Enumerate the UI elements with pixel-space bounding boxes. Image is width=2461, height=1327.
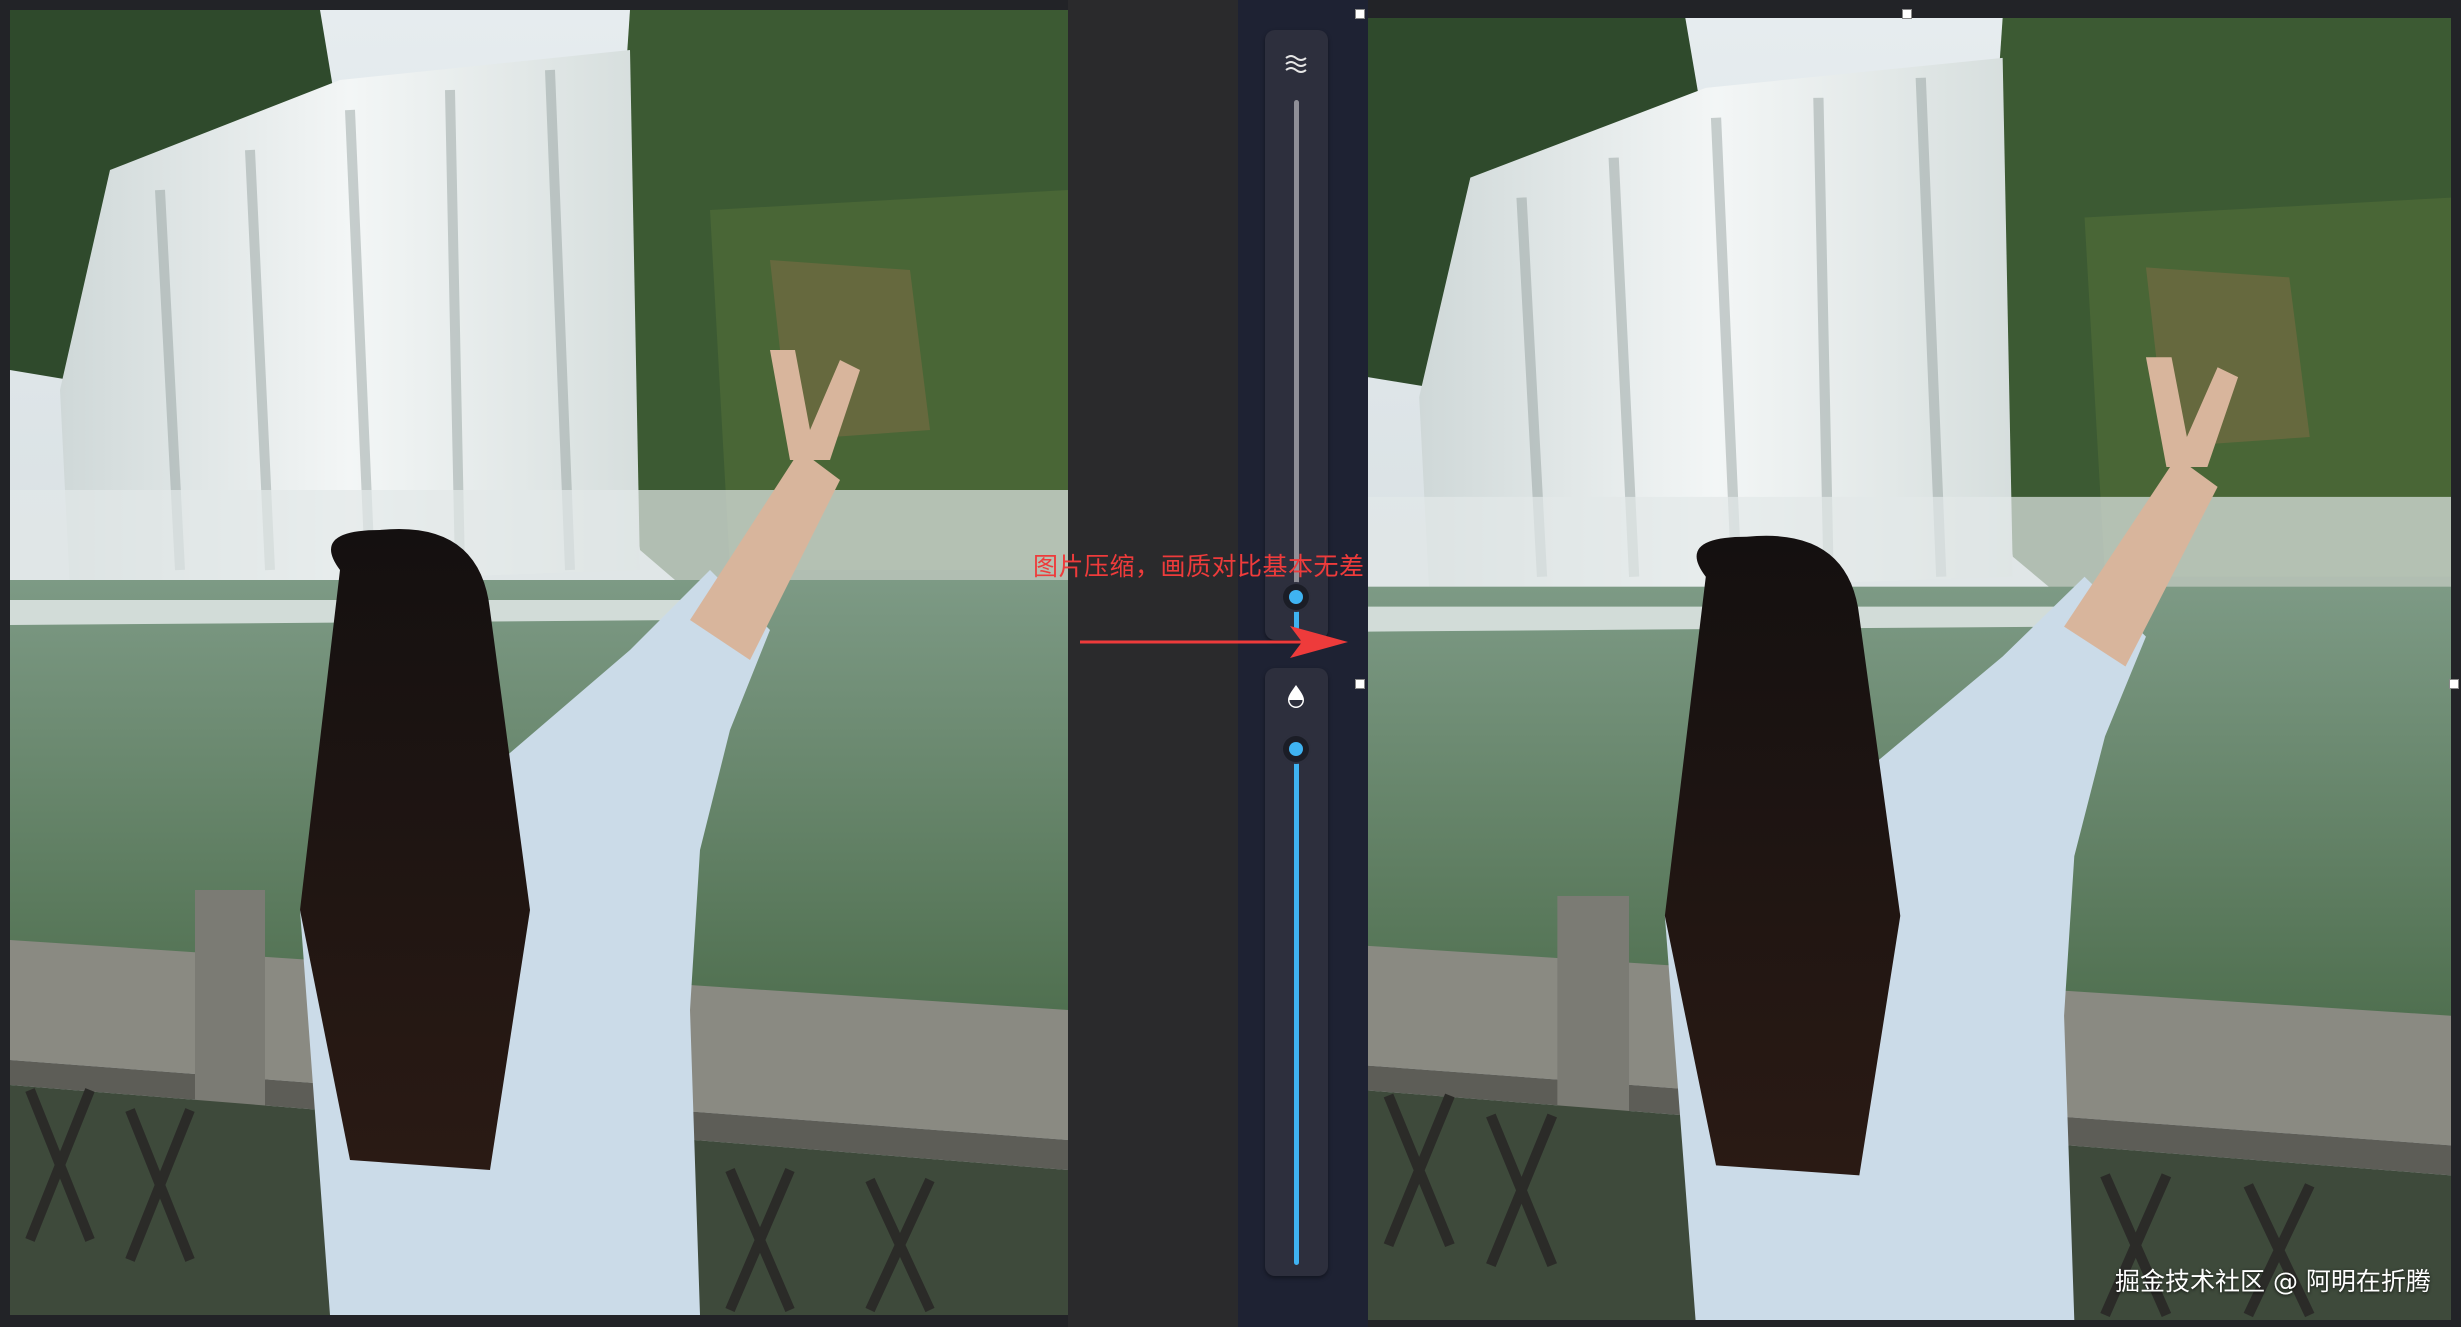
compressed-photo bbox=[1368, 18, 2451, 1320]
quality-slider-thumb[interactable] bbox=[1283, 736, 1309, 762]
droplet-icon[interactable] bbox=[1280, 680, 1312, 712]
watermark: 掘金技术社区 @ 阿明在折腾 bbox=[2115, 1267, 2431, 1296]
resize-handle-top[interactable] bbox=[1902, 9, 1912, 19]
canvas-gap bbox=[1068, 0, 1238, 1327]
waves-icon[interactable] bbox=[1280, 48, 1312, 80]
quality-slider-track[interactable] bbox=[1294, 750, 1299, 1265]
photo-illustration bbox=[1368, 18, 2451, 1320]
blur-slider-thumb[interactable] bbox=[1283, 584, 1309, 610]
annotation-label: 图片压缩，画质对比基本无差 bbox=[1033, 552, 1365, 581]
resize-handle-top-left[interactable] bbox=[1355, 9, 1365, 19]
resize-handle-right[interactable] bbox=[2449, 679, 2459, 689]
photo-illustration bbox=[10, 10, 1068, 1315]
resize-handle-left[interactable] bbox=[1355, 679, 1365, 689]
quality-slider-panel bbox=[1265, 668, 1328, 1276]
arrow-annotation bbox=[1080, 626, 1348, 658]
blur-slider-track[interactable] bbox=[1294, 100, 1299, 620]
original-photo bbox=[10, 10, 1068, 1315]
